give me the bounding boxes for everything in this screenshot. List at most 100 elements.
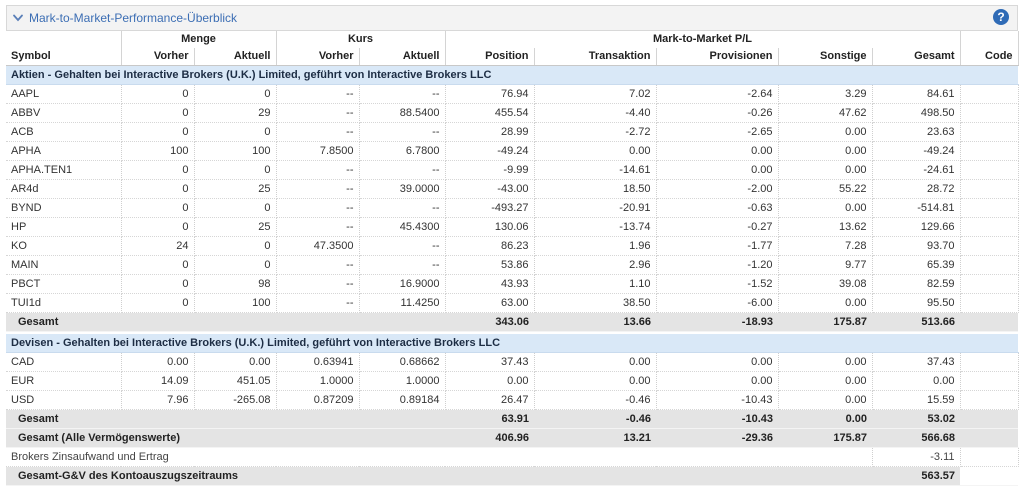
section-header-fx: Devisen - Gehalten bei Interactive Broke… bbox=[6, 334, 1019, 353]
cell-code bbox=[960, 217, 1019, 237]
cell-position: 43.93 bbox=[445, 274, 535, 294]
cell-sonstige: 0.00 bbox=[778, 352, 873, 372]
table-row: CAD 0.00 0.00 0.63941 0.68662 37.43 0.00 0.00 0.… bbox=[6, 352, 1019, 372]
cell-menge-aktuell: 0 bbox=[194, 122, 277, 142]
help-icon[interactable]: ? bbox=[993, 9, 1009, 25]
col-symbol[interactable]: Symbol bbox=[6, 48, 122, 66]
grand-total-code bbox=[960, 428, 1019, 448]
col-code[interactable]: Code bbox=[960, 48, 1019, 66]
chevron-down-icon[interactable] bbox=[13, 13, 23, 23]
cell-symbol[interactable]: APHA.TEN1 bbox=[6, 160, 122, 180]
cell-symbol[interactable]: TUI1d bbox=[6, 293, 122, 313]
header-group-mtm: Mark-to-Market P/L bbox=[445, 31, 961, 48]
cell-menge-aktuell: 0 bbox=[194, 84, 277, 104]
cell-kurs-aktuell: 11.4250 bbox=[359, 293, 446, 313]
cell-transaktion: 7.02 bbox=[534, 84, 657, 104]
cell-provisionen: 0.00 bbox=[656, 371, 779, 391]
cell-menge-aktuell: 0 bbox=[194, 236, 277, 256]
header-group-row: Menge Kurs Mark-to-Market P/L bbox=[6, 31, 1019, 48]
cell-symbol[interactable]: APHA bbox=[6, 141, 122, 161]
table-row: USD 7.96 -265.08 0.87209 0.89184 26.47 -0.46 -1… bbox=[6, 390, 1019, 410]
cell-transaktion: -20.91 bbox=[534, 198, 657, 218]
cell-menge-aktuell: 0 bbox=[194, 198, 277, 218]
cell-symbol[interactable]: MAIN bbox=[6, 255, 122, 275]
cell-transaktion: 38.50 bbox=[534, 293, 657, 313]
col-gesamt[interactable]: Gesamt bbox=[872, 48, 961, 66]
table-row: BYND 0 0 -- -- -493.27 -20.91 -0.63 0.00 -514.81 bbox=[6, 198, 1019, 218]
cell-provisionen: -6.00 bbox=[656, 293, 779, 313]
grand-total-label: Gesamt (Alle Vermögenswerte) bbox=[6, 428, 445, 448]
cell-symbol[interactable]: USD bbox=[6, 390, 122, 410]
cell-symbol[interactable]: ACB bbox=[6, 122, 122, 142]
table-row: AAPL 0 0 -- -- 76.94 7.02 -2.64 3.29 84.61 bbox=[6, 84, 1019, 104]
cell-symbol[interactable]: CAD bbox=[6, 352, 122, 372]
stock-rows: AAPL 0 0 -- -- 76.94 7.02 -2.64 3.29 84.61 ABBV 0 29… bbox=[6, 84, 1019, 313]
col-transaktion[interactable]: Transaktion bbox=[534, 48, 657, 66]
cell-sonstige: 0.00 bbox=[778, 122, 873, 142]
col-sonstige[interactable]: Sonstige bbox=[778, 48, 873, 66]
section-header-stocks: Aktien - Gehalten bei Interactive Broker… bbox=[6, 65, 1019, 85]
total-position: 63.91 bbox=[445, 409, 534, 429]
cell-menge-vorher: 0 bbox=[121, 122, 195, 142]
cell-provisionen: -2.00 bbox=[656, 179, 779, 199]
cell-sonstige: 55.22 bbox=[778, 179, 873, 199]
cell-menge-vorher: 14.09 bbox=[121, 371, 195, 391]
cell-symbol[interactable]: AR4d bbox=[6, 179, 122, 199]
header-blank bbox=[960, 31, 1019, 48]
cell-code bbox=[960, 179, 1019, 199]
cell-symbol[interactable]: KO bbox=[6, 236, 122, 256]
total-transaktion: -0.46 bbox=[534, 409, 656, 429]
cell-symbol[interactable]: AAPL bbox=[6, 84, 122, 104]
cell-kurs-vorher: -- bbox=[276, 274, 360, 294]
cell-symbol[interactable]: ABBV bbox=[6, 103, 122, 123]
cell-sonstige: 3.29 bbox=[778, 84, 873, 104]
table-row: AR4d 0 25 -- 39.0000 -43.00 18.50 -2.00 55.22 28.… bbox=[6, 179, 1019, 199]
col-kurs-vorher[interactable]: Vorher bbox=[276, 48, 360, 66]
cell-position: 26.47 bbox=[445, 390, 535, 410]
cell-kurs-vorher: -- bbox=[276, 160, 360, 180]
cell-kurs-vorher: 1.0000 bbox=[276, 371, 360, 391]
table-row: ACB 0 0 -- -- 28.99 -2.72 -2.65 0.00 23.63 bbox=[6, 122, 1019, 142]
col-provisionen[interactable]: Provisionen bbox=[656, 48, 779, 66]
cell-code bbox=[960, 122, 1019, 142]
cell-kurs-aktuell: -- bbox=[359, 255, 446, 275]
cell-symbol[interactable]: HP bbox=[6, 217, 122, 237]
cell-kurs-vorher: -- bbox=[276, 103, 360, 123]
total-transaktion: 13.66 bbox=[534, 312, 656, 332]
cell-kurs-vorher: 0.63941 bbox=[276, 352, 360, 372]
cell-provisionen: -1.52 bbox=[656, 274, 779, 294]
cell-transaktion: -13.74 bbox=[534, 217, 657, 237]
col-menge-vorher[interactable]: Vorher bbox=[121, 48, 195, 66]
cell-position: 53.86 bbox=[445, 255, 535, 275]
cell-symbol[interactable]: EUR bbox=[6, 371, 122, 391]
col-position[interactable]: Position bbox=[445, 48, 535, 66]
cell-gesamt: 95.50 bbox=[872, 293, 961, 313]
cell-transaktion: 0.00 bbox=[534, 141, 657, 161]
col-kurs-aktuell[interactable]: Aktuell bbox=[359, 48, 446, 66]
total-sonstige: 175.87 bbox=[778, 312, 872, 332]
cell-code bbox=[960, 293, 1019, 313]
cell-code bbox=[960, 84, 1019, 104]
cell-symbol[interactable]: PBCT bbox=[6, 274, 122, 294]
fx-rows: CAD 0.00 0.00 0.63941 0.68662 37.43 0.00 0.00 0.… bbox=[6, 352, 1019, 410]
table-row: APHA 100 100 7.8500 6.7800 -49.24 0.00 0.00 0.00… bbox=[6, 141, 1019, 161]
panel-header[interactable]: Mark-to-Market-Performance-Überblick ? bbox=[6, 5, 1018, 31]
cell-transaktion: 18.50 bbox=[534, 179, 657, 199]
cell-provisionen: -2.65 bbox=[656, 122, 779, 142]
cell-menge-vorher: 0 bbox=[121, 84, 195, 104]
cell-code bbox=[960, 274, 1019, 294]
cell-kurs-aktuell: 0.68662 bbox=[359, 352, 446, 372]
col-menge-aktuell[interactable]: Aktuell bbox=[194, 48, 277, 66]
cell-kurs-aktuell: 39.0000 bbox=[359, 179, 446, 199]
cell-menge-aktuell: 0 bbox=[194, 160, 277, 180]
panel-title[interactable]: Mark-to-Market-Performance-Überblick bbox=[29, 11, 237, 25]
cell-code bbox=[960, 371, 1019, 391]
cell-gesamt: 84.61 bbox=[872, 84, 961, 104]
cell-transaktion: -14.61 bbox=[534, 160, 657, 180]
cell-symbol[interactable]: BYND bbox=[6, 198, 122, 218]
grand-total-position: 406.96 bbox=[445, 428, 534, 448]
cell-code bbox=[960, 160, 1019, 180]
cell-kurs-aktuell: -- bbox=[359, 198, 446, 218]
cell-provisionen: -0.27 bbox=[656, 217, 779, 237]
cell-menge-vorher: 0.00 bbox=[121, 352, 195, 372]
